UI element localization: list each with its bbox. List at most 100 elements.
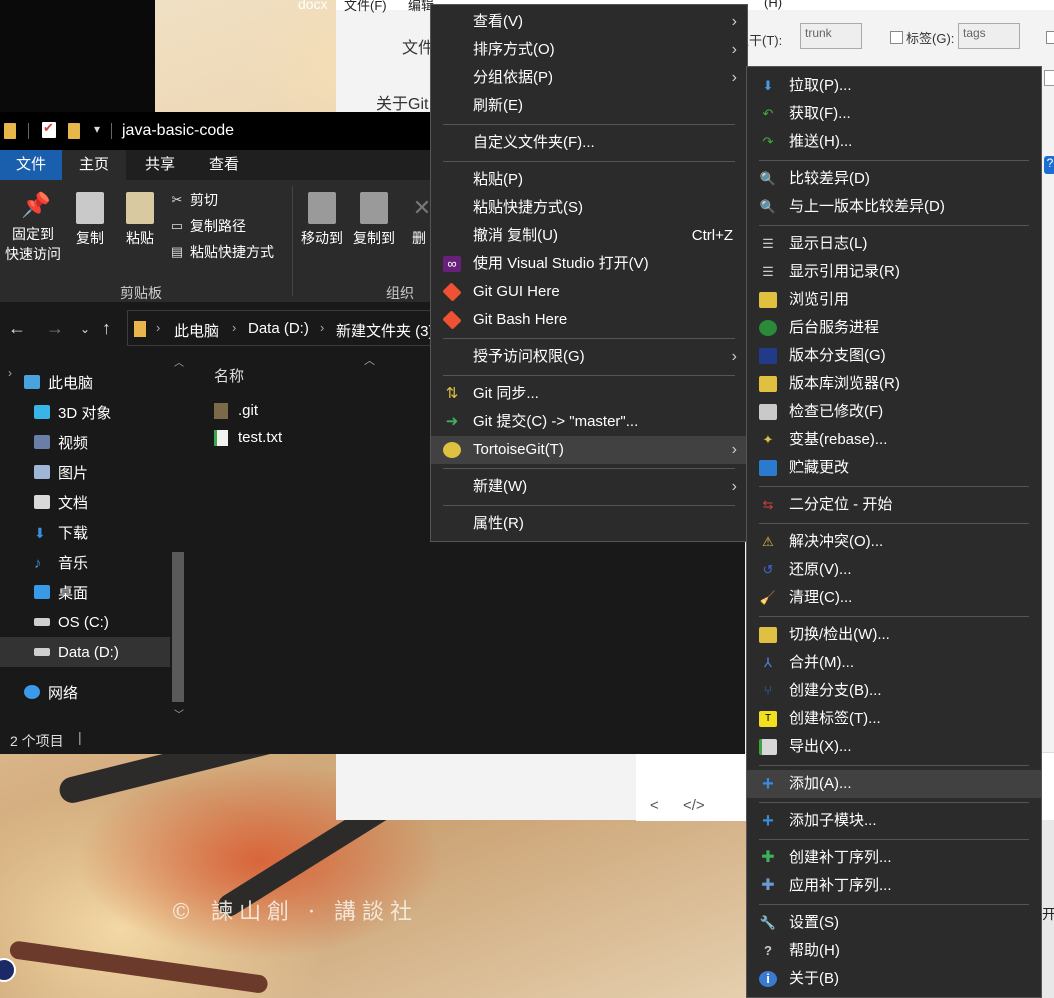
new-folder-icon[interactable] xyxy=(68,123,80,139)
file-row-test-txt[interactable]: test.txt xyxy=(214,429,282,446)
menu-item-new[interactable]: 新建(W) › xyxy=(431,473,747,501)
menu-item-view[interactable]: 查看(V) › xyxy=(431,8,747,36)
menu-item-sort-by[interactable]: 排序方式(O) › xyxy=(431,36,747,64)
menu-item-add-submodule[interactable]: + 添加子模块... xyxy=(747,807,1041,835)
menu-item-cleanup[interactable]: 🧹 清理(C)... xyxy=(747,584,1041,612)
menu-item-diff[interactable]: 🔍 比较差异(D) xyxy=(747,165,1041,193)
nav-left-button[interactable]: < xyxy=(650,797,659,814)
code-view-button[interactable]: </> xyxy=(683,797,705,814)
nav-label: OS (C:) xyxy=(58,613,109,631)
video-icon xyxy=(34,435,50,449)
recent-dropdown-icon[interactable]: ⌄ xyxy=(80,322,90,336)
menu-item-git-sync[interactable]: ⇅ Git 同步... xyxy=(431,380,747,408)
tags-checkbox[interactable] xyxy=(890,31,903,44)
menu-item-git-commit[interactable]: ➜ Git 提交(C) -> "master"... xyxy=(431,408,747,436)
menu-item-grant-access[interactable]: 授予访问权限(G) › xyxy=(431,343,747,371)
menu-separator xyxy=(443,338,735,339)
menu-item-browse-refs[interactable]: 浏览引用 xyxy=(747,286,1041,314)
menu-item-open-visual-studio[interactable]: ∞ 使用 Visual Studio 打开(V) xyxy=(431,250,747,278)
quick-access-dropdown-icon[interactable]: ▾ xyxy=(94,122,100,136)
up-arrow-icon[interactable]: ↑ xyxy=(102,318,111,339)
extra-checkbox[interactable] xyxy=(1046,31,1054,44)
nav-item-network[interactable]: 网络 xyxy=(24,677,194,707)
move-to-button[interactable]: 移动到 xyxy=(296,192,348,248)
nav-item-data-d[interactable]: Data (D:) xyxy=(0,637,170,667)
pull-icon: ⬇ xyxy=(762,78,774,93)
delete-icon: ✕ xyxy=(412,195,430,220)
text-file-icon xyxy=(214,429,228,446)
cut-button[interactable]: ✂ 剪切 xyxy=(170,190,218,210)
menu-item-revert[interactable]: ↺ 还原(V)... xyxy=(747,556,1041,584)
menu-item-show-reflog[interactable]: ☰ 显示引用记录(R) xyxy=(747,258,1041,286)
menu-separator xyxy=(443,468,735,469)
menu-item-apply-patch[interactable]: ✚ 应用补丁序列... xyxy=(747,872,1041,900)
menu-item-customize-folder[interactable]: 自定义文件夹(F)... xyxy=(431,129,747,157)
copy-path-button[interactable]: ▭ 复制路径 xyxy=(170,216,246,236)
menu-item-add[interactable]: + 添加(A)... xyxy=(747,770,1041,798)
menu-item-git-gui[interactable]: Git GUI Here xyxy=(431,278,747,306)
menu-item-paste[interactable]: 粘贴(P) xyxy=(431,166,747,194)
menu-item-tortoisegit[interactable]: TortoiseGit(T) › xyxy=(431,436,747,464)
menu-item-paste-shortcut[interactable]: 粘贴快捷方式(S) xyxy=(431,194,747,222)
paste-button[interactable]: 粘贴 xyxy=(120,192,160,248)
menu-item-properties[interactable]: 属性(R) xyxy=(431,510,747,538)
paste-shortcut-label: 粘贴快捷方式 xyxy=(190,244,274,260)
folder-icon[interactable] xyxy=(4,123,16,139)
trunk-field[interactable]: trunk xyxy=(800,23,862,49)
tab-view[interactable]: 查看 xyxy=(192,150,256,180)
menu-item-daemon[interactable]: 后台服务进程 xyxy=(747,314,1041,342)
back-arrow-icon[interactable]: ← xyxy=(8,318,26,339)
sync-icon: ⇅ xyxy=(445,385,459,402)
nav-scrollbar-thumb[interactable] xyxy=(172,552,184,702)
menu-item-create-patch[interactable]: ✚ 创建补丁序列... xyxy=(747,844,1041,872)
menu-item-create-branch[interactable]: ⑂ 创建分支(B)... xyxy=(747,677,1041,705)
copy-to-button[interactable]: 复制到 xyxy=(348,192,400,248)
menu-item-merge[interactable]: ⅄ 合并(M)... xyxy=(747,649,1041,677)
menu-item-diff-previous[interactable]: 🔍 与上一版本比较差异(D) xyxy=(747,193,1041,221)
menu-item-stash[interactable]: 贮藏更改 xyxy=(747,454,1041,482)
tab-file[interactable]: 文件 xyxy=(0,150,62,180)
breadcrumb-new-folder[interactable]: 新建文件夹 (3) xyxy=(336,320,434,341)
menu-item-push[interactable]: ↷ 推送(H)... xyxy=(747,128,1041,156)
menu-item-git-bash[interactable]: Git Bash Here xyxy=(431,306,747,334)
tags-field[interactable]: tags xyxy=(958,23,1020,49)
menu-item-show-log[interactable]: ☰ 显示日志(L) xyxy=(747,230,1041,258)
menu-item-check-modifications[interactable]: 检查已修改(F) xyxy=(747,398,1041,426)
scroll-up-icon[interactable]: ︿ xyxy=(174,354,184,369)
menu-item-pull[interactable]: ⬇ 拉取(P)... xyxy=(747,72,1041,100)
menu-item-bisect-start[interactable]: ⇆ 二分定位 - 开始 xyxy=(747,491,1041,519)
menu-file[interactable]: 文件(F) xyxy=(344,0,387,14)
menu-item-export[interactable]: 导出(X)... xyxy=(747,733,1041,761)
paste-shortcut-button[interactable]: ▤ 粘贴快捷方式 xyxy=(170,242,274,262)
help-badge[interactable]: ? xyxy=(1044,156,1054,174)
menu-item-rebase[interactable]: ✦ 变基(rebase)... xyxy=(747,426,1041,454)
breadcrumb-this-pc[interactable]: 此电脑 xyxy=(174,320,219,341)
menu-item-create-tag[interactable]: T 创建标签(T)... xyxy=(747,705,1041,733)
forward-arrow-icon[interactable]: → xyxy=(46,318,64,339)
menu-item-help[interactable]: ? 帮助(H) xyxy=(747,937,1041,965)
menu-item-resolve[interactable]: ⚠ 解决冲突(O)... xyxy=(747,528,1041,556)
menu-item-undo-copy[interactable]: 撤消 复制(U) Ctrl+Z xyxy=(431,222,747,250)
expand-chevron-icon[interactable]: › xyxy=(8,366,12,380)
menu-item-about[interactable]: i 关于(B) xyxy=(747,965,1041,993)
menu-item-fetch[interactable]: ↶ 获取(F)... xyxy=(747,100,1041,128)
tab-home[interactable]: 主页 xyxy=(62,150,126,180)
scroll-down-icon[interactable]: ﹀ xyxy=(174,706,184,721)
tab-share[interactable]: 共享 xyxy=(128,150,192,180)
properties-check-icon[interactable] xyxy=(42,120,56,138)
create-patch-icon: ✚ xyxy=(761,849,775,866)
menu-item-refresh[interactable]: 刷新(E) xyxy=(431,92,747,120)
pin-quick-access-button[interactable]: 📌 固定到 快速访问 xyxy=(2,192,64,264)
column-header-name[interactable]: 名称 xyxy=(214,365,244,386)
menu-item-revision-graph[interactable]: 版本分支图(G) xyxy=(747,342,1041,370)
breadcrumb-data-drive[interactable]: Data (D:) xyxy=(248,320,309,337)
menu-item-repo-browser[interactable]: 版本库浏览器(R) xyxy=(747,370,1041,398)
copy-button[interactable]: 复制 xyxy=(70,192,110,248)
menu-help[interactable]: (H) xyxy=(764,0,782,10)
menu-item-settings[interactable]: 🔧 设置(S) xyxy=(747,909,1041,937)
menu-item-group-by[interactable]: 分组依据(P) › xyxy=(431,64,747,92)
nav-item-this-pc[interactable]: 此电脑 xyxy=(24,367,194,397)
menu-item-switch-checkout[interactable]: 切换/检出(W)... xyxy=(747,621,1041,649)
file-row-git[interactable]: .git xyxy=(214,402,258,419)
delete-button[interactable]: ✕ 删 xyxy=(408,192,430,248)
